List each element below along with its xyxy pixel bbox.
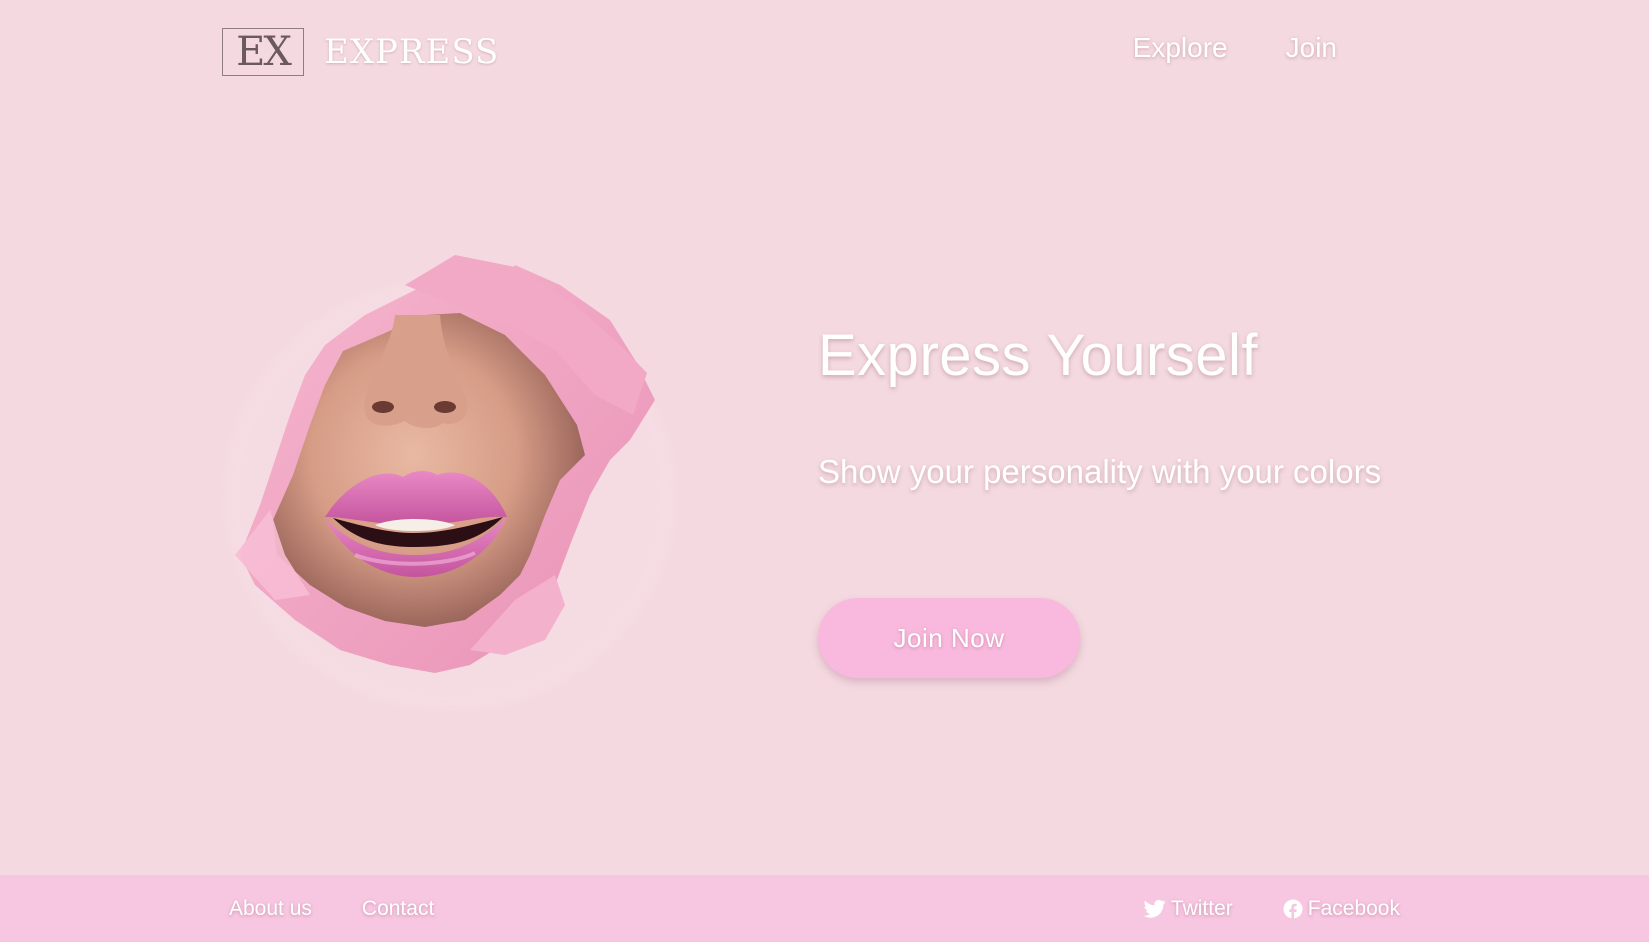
twitter-label: Twitter — [1170, 897, 1233, 920]
footer-facebook-link[interactable]: Facebook — [1283, 897, 1400, 921]
footer-about-link[interactable]: About us — [229, 897, 312, 921]
nav-explore-link[interactable]: Explore — [1133, 32, 1228, 64]
logo-wordmark: EXPRESS — [324, 32, 500, 72]
landing-page: EX EXPRESS Explore Join Express Yourself… — [0, 0, 1649, 942]
nav-join-link[interactable]: Join — [1286, 32, 1337, 64]
footer-twitter-link[interactable]: Twitter — [1143, 897, 1233, 921]
join-now-button[interactable]: Join Now — [818, 598, 1080, 678]
facebook-icon — [1283, 899, 1303, 919]
footer-links: About us Contact — [229, 897, 434, 921]
hero-subtitle: Show your personality with your colors — [818, 453, 1382, 490]
hero-title: Express Yourself — [818, 323, 1259, 388]
footer-social-links: Twitter Facebook — [1143, 897, 1400, 921]
site-footer: About us Contact Twitter Facebook — [0, 875, 1649, 942]
logo-monogram: EX — [222, 28, 304, 76]
brand-logo[interactable]: EX EXPRESS — [222, 28, 499, 76]
twitter-icon — [1143, 899, 1166, 918]
top-nav: Explore Join — [1133, 32, 1337, 64]
facebook-label: Facebook — [1307, 897, 1400, 920]
footer-contact-link[interactable]: Contact — [362, 897, 434, 921]
hero-lips-image — [225, 255, 675, 710]
